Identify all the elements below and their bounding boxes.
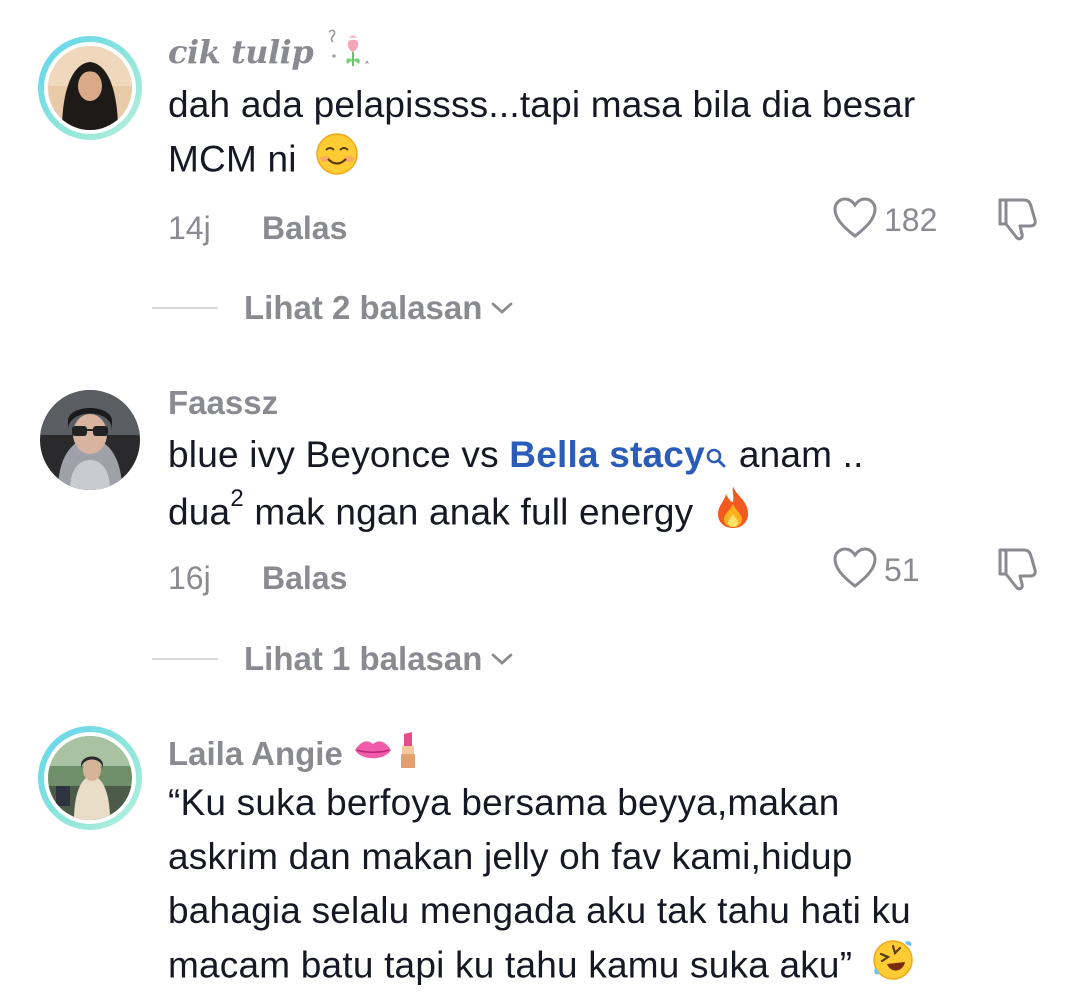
username-text: Faassz: [168, 384, 279, 421]
comment-text: “Ku suka berfoya bersama beyya,makan ask…: [168, 776, 1048, 997]
comment-line: “Ku suka berfoya bersama beyya,makan: [168, 782, 840, 823]
mention-link[interactable]: Bella stacy: [509, 434, 705, 475]
dislike-button[interactable]: [994, 546, 1042, 597]
like-count: 182: [884, 202, 938, 238]
view-replies-label: Lihat 2 balasan: [244, 289, 483, 326]
fire-icon: [712, 484, 754, 545]
thumbs-down-icon: [994, 198, 1042, 246]
avatar-photo: [48, 736, 132, 820]
comment-line: dah ada pelapissss...tapi masa bila dia …: [168, 84, 916, 125]
superscript: 2: [230, 485, 244, 512]
view-replies-button[interactable]: Lihat 2 balasan: [152, 289, 514, 327]
comment-username[interactable]: Faassz: [168, 384, 278, 422]
username-text: cik tulip: [168, 33, 314, 71]
like-button[interactable]: 182: [832, 196, 937, 245]
username-text: Laila Angie: [168, 735, 343, 772]
avatar-photo: [40, 390, 140, 490]
lipstick-icon: [397, 730, 419, 778]
comment-text-line2-prefix: dua: [168, 491, 231, 533]
heart-icon: [832, 196, 878, 245]
view-replies-label: Lihat 1 balasan: [244, 640, 483, 677]
chevron-down-icon: [490, 300, 514, 316]
comment-text-prefix: blue ivy Beyonce vs: [168, 434, 510, 475]
dislike-button[interactable]: [994, 196, 1042, 247]
divider: [152, 658, 218, 660]
view-replies-button[interactable]: Lihat 1 balasan: [152, 640, 514, 678]
tulip-icon: [323, 26, 375, 78]
chevron-down-icon: [490, 651, 514, 667]
avatar-photo: [48, 46, 132, 130]
comment-text-line2-rest: mak ngan anak full energy: [243, 491, 694, 533]
comment-text: dah ada pelapissss...tapi masa bila dia …: [168, 78, 1048, 191]
thumbs-down-icon: [994, 548, 1042, 596]
smiling-face-icon: [315, 132, 359, 191]
divider: [152, 307, 218, 309]
comment-text-suffix: anam ..: [738, 434, 864, 475]
rolling-laughing-icon: [871, 938, 915, 997]
comment-line: bahagia selalu mengada aku tak tahu hati…: [168, 890, 911, 931]
like-button[interactable]: 51: [832, 546, 920, 595]
comment-text: blue ivy Beyonce vs Bella stacy anam .. d…: [168, 428, 1048, 545]
comment-username[interactable]: Laila Angie: [168, 730, 419, 778]
comment-time: 14j: [168, 210, 211, 246]
avatar[interactable]: [38, 36, 142, 140]
comment-line: macam batu tapi ku tahu kamu suka aku”: [168, 944, 853, 986]
reply-button[interactable]: Balas: [262, 210, 347, 247]
comment-username[interactable]: cik tulip: [168, 26, 375, 78]
reply-button[interactable]: Balas: [262, 560, 347, 597]
avatar[interactable]: [38, 726, 142, 830]
comment-time: 16j: [168, 560, 211, 596]
heart-icon: [832, 546, 878, 595]
like-count: 51: [884, 552, 920, 588]
avatar[interactable]: [38, 388, 142, 492]
comment-line: askrim dan makan jelly oh fav kami,hidup: [168, 836, 853, 877]
comment-line: MCM ni: [168, 138, 297, 180]
search-icon[interactable]: [705, 430, 727, 484]
lips-icon: [353, 735, 393, 773]
